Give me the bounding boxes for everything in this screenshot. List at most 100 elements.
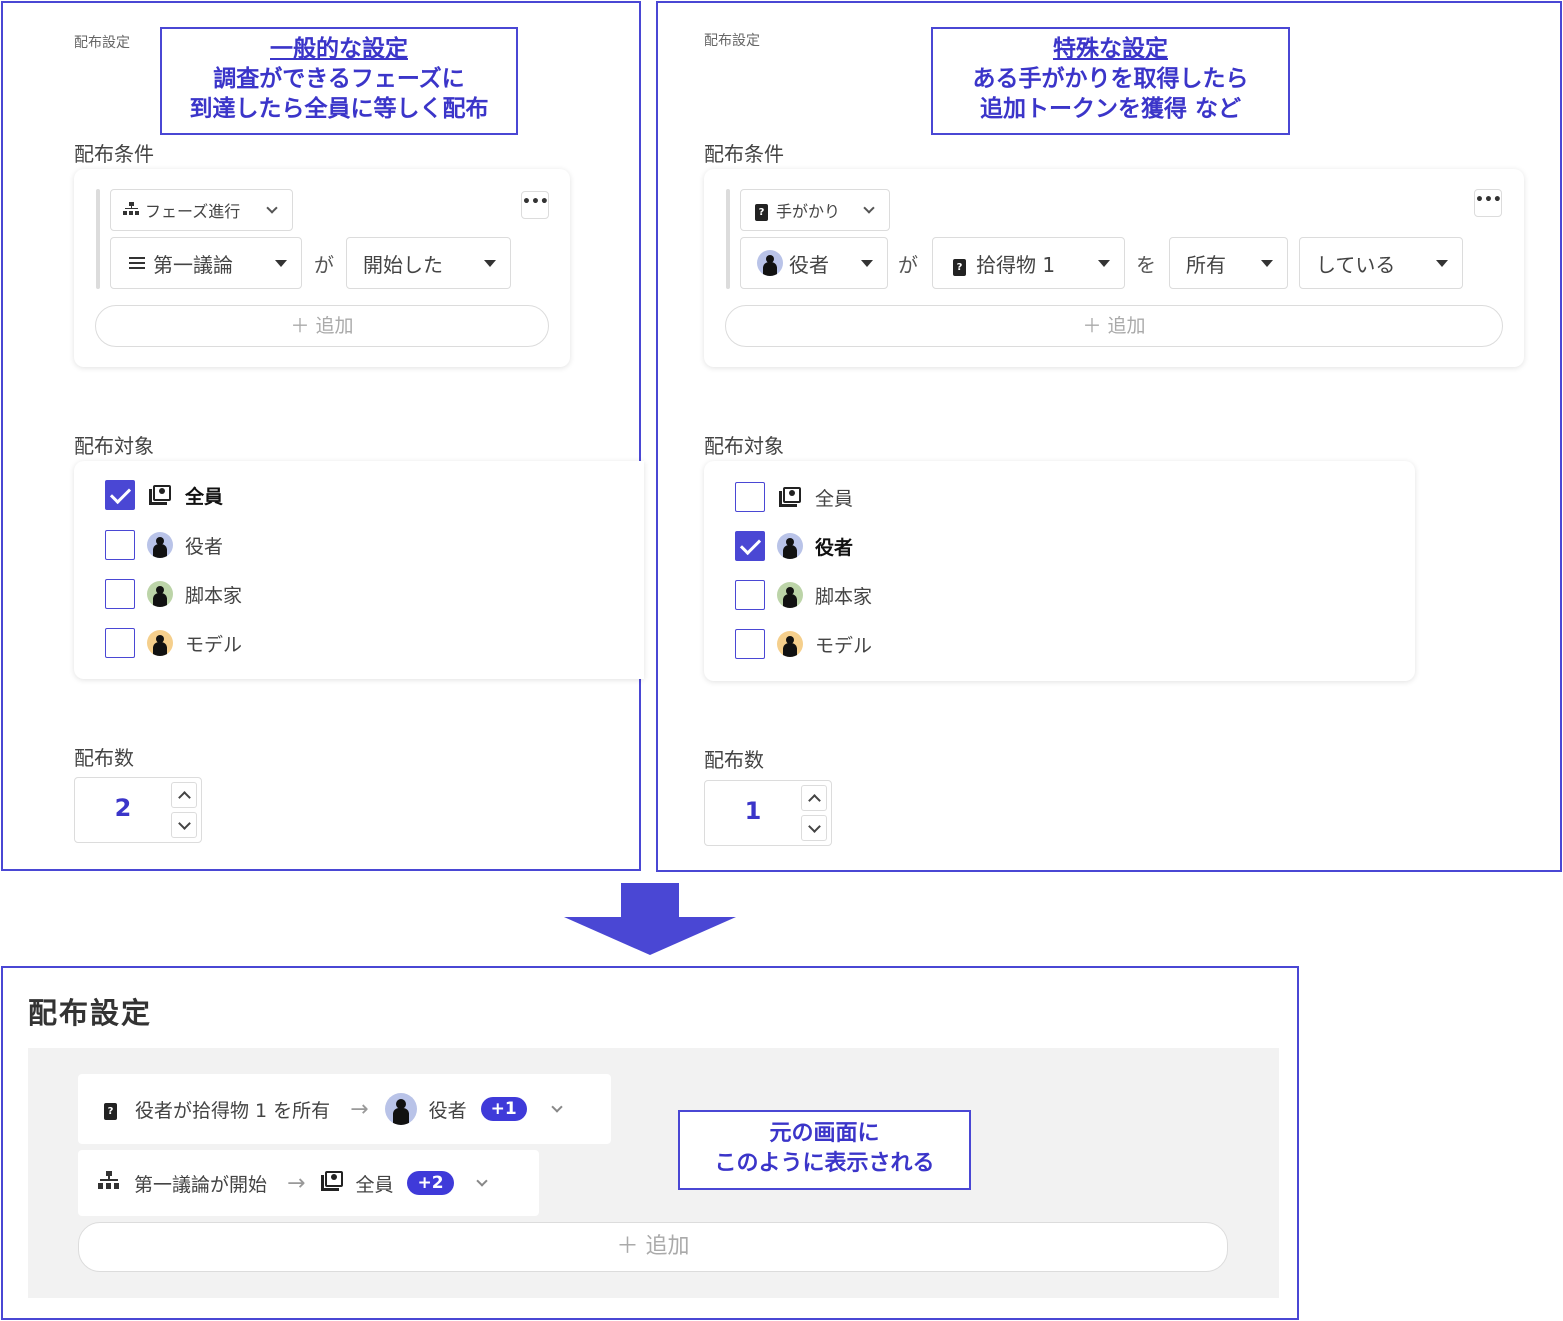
count-stepper[interactable]: 1 (704, 780, 832, 846)
item-select[interactable]: ? 拾得物 1 (932, 237, 1125, 289)
state-label: している (1316, 252, 1396, 277)
item-icon: ? (104, 1099, 117, 1120)
joiner-ga: が (898, 253, 918, 277)
target-checkbox[interactable] (735, 580, 765, 610)
writer-avatar (777, 582, 803, 608)
extra-count-badge: +2 (407, 1171, 454, 1195)
condition-group-bar (96, 189, 100, 289)
actor-avatar (384, 1093, 417, 1125)
item-icon: ? (755, 200, 768, 221)
target-label-model: モデル (185, 633, 243, 656)
callout-line: 元の画面に (769, 1121, 880, 1146)
writer-avatar (147, 581, 173, 607)
callout-line: ある手がかりを取得したら (972, 66, 1249, 92)
callout-head: 特殊な設定 (1053, 36, 1168, 62)
count-stepper[interactable]: 2 (74, 777, 202, 843)
target-checkbox[interactable] (735, 531, 765, 561)
phase-label: 第一議論 (153, 252, 233, 277)
item-label: 拾得物 1 (976, 252, 1056, 277)
target-checkbox[interactable] (105, 530, 135, 560)
model-avatar (147, 630, 173, 656)
target-label-all: 全員 (815, 487, 854, 510)
group-icon (147, 482, 173, 508)
increment-button[interactable] (171, 782, 197, 808)
target-row-all[interactable]: 全員 (735, 480, 853, 514)
item-icon: ? (953, 251, 966, 276)
caret-down-icon (1261, 259, 1273, 267)
target-card: 全員 役者 脚本家 モデル (704, 461, 1415, 681)
extra-count-badge: +1 (480, 1097, 527, 1121)
count-value: 1 (744, 797, 762, 825)
target-row-all[interactable]: 全員 (105, 478, 223, 512)
target-checkbox[interactable] (105, 579, 135, 609)
rule-condition: 役者が拾得物 1 を所有 (135, 1099, 331, 1122)
target-row-writer[interactable]: 脚本家 (105, 577, 242, 611)
target-checkbox[interactable] (105, 480, 135, 510)
decrement-button[interactable] (801, 815, 827, 841)
increment-button[interactable] (801, 785, 827, 811)
condition-type-label: フェーズ進行 (145, 202, 241, 221)
phase-select[interactable]: 第一議論 (110, 237, 302, 289)
target-label-writer: 脚本家 (815, 585, 873, 608)
target-label: 配布対象 (704, 434, 784, 458)
target-label-actor: 役者 (815, 536, 854, 559)
character-select[interactable]: 役者 (740, 237, 888, 289)
target-label: 配布対象 (74, 434, 154, 458)
target-checkbox[interactable] (105, 628, 135, 658)
rule-condition: 第一議論が開始 (134, 1173, 268, 1196)
chevron-down-icon[interactable] (551, 1101, 563, 1113)
panel-small-title: 配布設定 (74, 35, 130, 51)
condition-type-select[interactable]: ? 手がかり (740, 189, 890, 231)
target-row-model[interactable]: モデル (735, 627, 872, 661)
target-card: 全員 役者 脚本家 モデル (74, 461, 644, 679)
target-label-model: モデル (815, 634, 873, 657)
caret-down-icon (275, 259, 287, 267)
state-select[interactable]: している (1299, 237, 1463, 289)
left-panel-general: 配布設定 一般的な設定 調査ができるフェーズに 到達したら全員に等しく配布 配布… (1, 1, 644, 871)
condition-type-label: 手がかり (776, 202, 841, 221)
verb-select[interactable]: 所有 (1169, 237, 1288, 289)
chevron-down-icon (266, 202, 278, 214)
more-options-button[interactable]: ••• (521, 191, 549, 219)
state-select[interactable]: 開始した (346, 237, 511, 289)
target-label-writer: 脚本家 (185, 584, 243, 607)
group-icon (321, 1171, 344, 1195)
model-avatar (777, 631, 803, 657)
condition-card: フェーズ進行 ••• 第一議論 が 開始した ＋ 追加 (74, 169, 570, 367)
chevron-up-icon (807, 793, 821, 807)
more-options-button[interactable]: ••• (1474, 189, 1502, 217)
joiner-ga: が (314, 253, 334, 277)
count-label: 配布数 (704, 748, 764, 772)
target-row-actor[interactable]: 役者 (105, 528, 223, 562)
add-condition-button[interactable]: ＋ 追加 (725, 305, 1503, 347)
callout-line: 追加トークンを獲得 など (979, 96, 1241, 122)
actor-avatar (147, 532, 173, 558)
target-row-actor[interactable]: 役者 (735, 529, 853, 563)
rule-chip[interactable]: ? 役者が拾得物 1 を所有 → 役者 +1 (78, 1074, 611, 1144)
group-icon (777, 484, 803, 510)
arrow-right-icon: → (287, 1170, 306, 1196)
target-row-writer[interactable]: 脚本家 (735, 578, 872, 612)
target-row-model[interactable]: モデル (105, 626, 242, 660)
target-checkbox[interactable] (735, 629, 765, 659)
condition-label: 配布条件 (704, 142, 784, 166)
target-label-actor: 役者 (185, 535, 224, 558)
caret-down-icon (861, 259, 873, 267)
chevron-down-icon[interactable] (475, 1175, 488, 1187)
add-condition-button[interactable]: ＋ 追加 (95, 305, 549, 347)
target-checkbox[interactable] (735, 482, 765, 512)
add-rule-button[interactable]: ＋ 追加 (78, 1222, 1228, 1272)
arrow-right-icon: → (350, 1096, 369, 1122)
summary-area: ? 役者が拾得物 1 を所有 → 役者 +1 第一議論が開始 → 全員 +2 ＋… (28, 1048, 1279, 1298)
condition-group-bar (726, 189, 730, 289)
panel-small-title: 配布設定 (704, 33, 760, 49)
decrement-button[interactable] (171, 812, 197, 838)
count-value: 2 (114, 794, 132, 822)
condition-label: 配布条件 (74, 142, 154, 166)
chevron-down-icon (863, 202, 875, 214)
rule-chip[interactable]: 第一議論が開始 → 全員 +2 (78, 1150, 539, 1216)
caret-down-icon (484, 259, 496, 267)
target-label-all: 全員 (185, 485, 224, 508)
callout-result: 元の画面に このように表示される (678, 1110, 971, 1190)
condition-type-select[interactable]: フェーズ進行 (110, 189, 293, 231)
